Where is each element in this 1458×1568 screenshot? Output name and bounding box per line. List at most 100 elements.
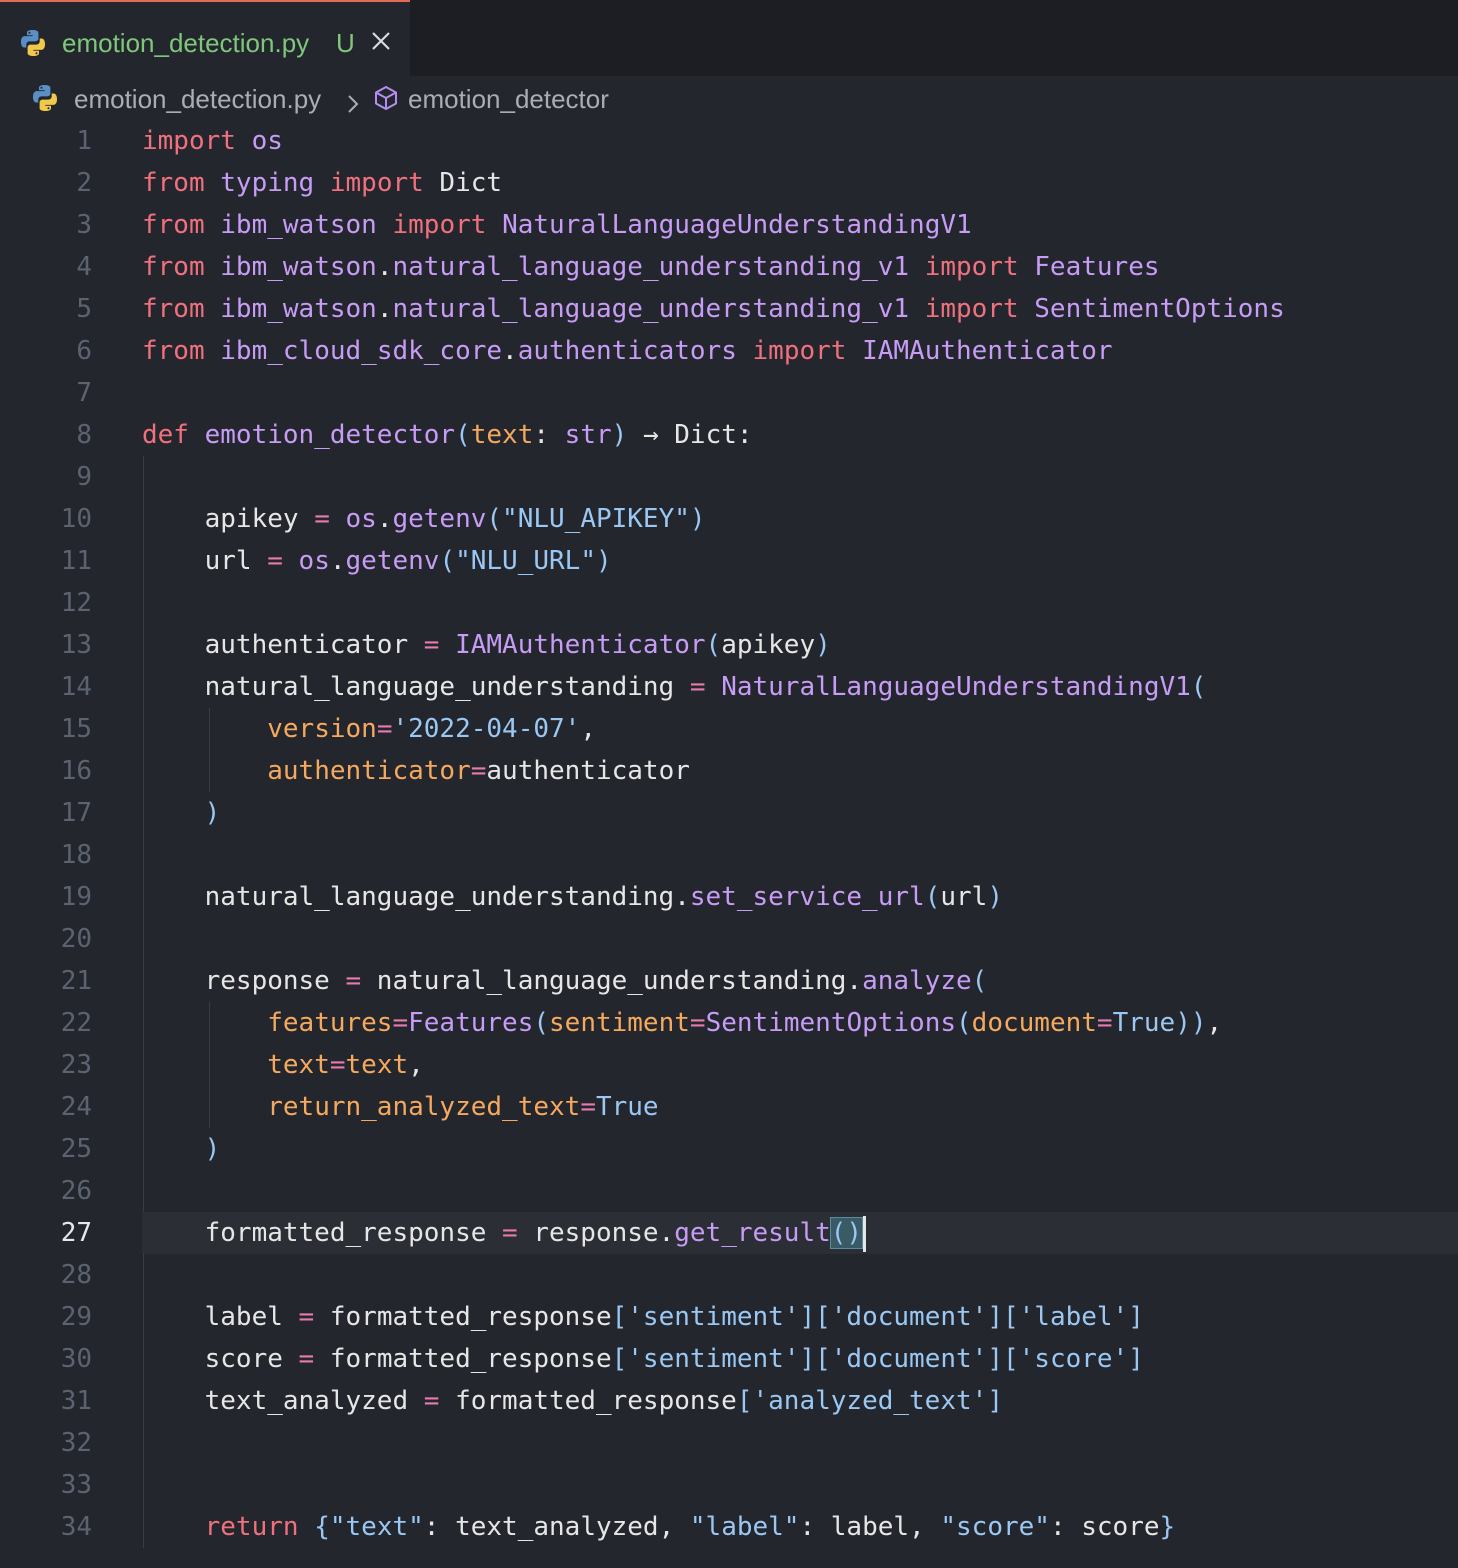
tab-emotion-detection[interactable]: emotion_detection.py U [0,0,410,76]
code-line[interactable]: 22 features=Features(sentiment=Sentiment… [0,1002,1458,1044]
code-token: . [329,546,346,576]
code-token: . [376,252,393,282]
code-token: score [142,1344,299,1374]
code-line[interactable]: 16 authenticator=authenticator [0,750,1458,792]
code-line[interactable]: 29 label = formatted_response['sentiment… [0,1296,1458,1338]
code-line[interactable]: 33 [0,1464,1458,1506]
line-number: 19 [60,882,92,912]
code-token: import [924,294,1019,324]
breadcrumb-file[interactable]: emotion_detection.py [74,84,321,115]
code-token: [ [611,1344,628,1374]
code-token: import [752,336,847,366]
code-token: url [142,546,268,576]
code-line[interactable]: 1 import os [0,120,1458,162]
code-line[interactable]: 27 formatted_response = response.get_res… [0,1212,1458,1254]
code-line[interactable]: 8 def emotion_detector(text: str) → Dict: [0,414,1458,456]
code-line[interactable]: 34 return {"text": text_analyzed, "label… [0,1506,1458,1548]
code-token: apikey [721,630,816,660]
code-line[interactable]: 6 from ibm_cloud_sdk_core.authenticators … [0,330,1458,372]
code-line[interactable]: 3 from ibm_watson import NaturalLanguageU… [0,204,1458,246]
code-line[interactable]: 20 [0,918,1458,960]
code-text: def emotion_detector(text: str) → Dict: [142,414,753,456]
code-line[interactable]: 18 [0,834,1458,876]
code-token: = [267,546,283,576]
code-token: SentimentOptions [705,1008,957,1038]
line-number: 3 [76,210,92,240]
line-number: 13 [60,630,92,660]
code-token: url [940,882,988,912]
code-line[interactable]: 14 natural_language_understanding = Natu… [0,666,1458,708]
code-line[interactable]: 9 [0,456,1458,498]
code-line[interactable]: 30 score = formatted_response['sentiment… [0,1338,1458,1380]
code-line[interactable]: 24 return_analyzed_text=True [0,1086,1458,1128]
code-token: = [470,756,487,786]
code-text: from typing import Dict [142,162,502,204]
code-editor[interactable]: 1 import os 2 from typing import Dict 3 from … [0,120,1458,1568]
code-line[interactable]: 4 from ibm_watson.natural_language_unders… [0,246,1458,288]
close-icon[interactable] [370,30,392,52]
code-line[interactable]: 13 authenticator = IAMAuthenticator(apik… [0,624,1458,666]
code-line[interactable]: 11 url = os.getenv("NLU_URL") [0,540,1458,582]
code-token: import [142,126,236,156]
code-line[interactable]: 7 [0,372,1458,414]
code-token: , [580,714,596,744]
code-line[interactable]: 17 ) [0,792,1458,834]
code-token: natural_language_understanding_v1 [392,294,910,324]
code-token: ( [455,420,471,450]
code-token: from [142,168,205,198]
code-token: IAMAuthenticator [455,630,706,660]
line-number: 2 [76,168,92,198]
code-token: , [408,1050,424,1080]
code-text: features=Features(sentiment=SentimentOpt… [142,1002,1222,1044]
code-token: get_result [674,1218,831,1248]
code-line[interactable]: 31 text_analyzed = formatted_response['a… [0,1380,1458,1422]
code-token: NaturalLanguageUnderstandingV1 [502,210,972,240]
code-line[interactable]: 5 from ibm_watson.natural_language_unders… [0,288,1458,330]
line-number: 8 [76,420,92,450]
code-token: set_service_url [689,882,925,912]
code-token: getenv [345,546,440,576]
breadcrumb-symbol[interactable]: emotion_detector [408,84,609,115]
code-line[interactable]: 12 [0,582,1458,624]
code-token: = [580,1092,596,1122]
code-line[interactable]: 21 response = natural_language_understan… [0,960,1458,1002]
code-line[interactable]: 25 ) [0,1128,1458,1170]
code-token: from [142,294,205,324]
code-line[interactable]: 32 [0,1422,1458,1464]
line-number: 12 [60,588,92,618]
code-line[interactable]: 10 apikey = os.getenv("NLU_APIKEY") [0,498,1458,540]
code-token: 'analyzed_text' [752,1386,988,1416]
code-line[interactable]: 26 [0,1170,1458,1212]
code-token: ( [533,1008,550,1038]
code-token: = [1096,1008,1113,1038]
code-token: ) [689,504,706,534]
tab-filename: emotion_detection.py [62,28,310,58]
code-token: features [267,1008,393,1038]
code-line[interactable]: 19 natural_language_understanding.set_se… [0,876,1458,918]
code-token: ) [987,882,1003,912]
code-token: → Dict: [627,420,753,450]
code-token: 'sentiment' [627,1302,800,1332]
code-line[interactable]: 23 text=text, [0,1044,1458,1086]
code-token: SentimentOptions [1034,294,1285,324]
code-line[interactable]: 15 version='2022-04-07', [0,708,1458,750]
code-token: ( [1190,672,1207,702]
code-line[interactable]: 2 from typing import Dict [0,162,1458,204]
code-token: "NLU_APIKEY" [502,504,690,534]
tab-bar: emotion_detection.py U [0,0,1458,76]
code-text: response = natural_language_understandin… [142,960,988,1002]
code-token: ] [1128,1344,1144,1374]
code-token: getenv [392,504,487,534]
line-number: 28 [60,1260,92,1290]
code-line[interactable]: 28 [0,1254,1458,1296]
breadcrumb: emotion_detection.py emotion_detector [0,80,1458,120]
